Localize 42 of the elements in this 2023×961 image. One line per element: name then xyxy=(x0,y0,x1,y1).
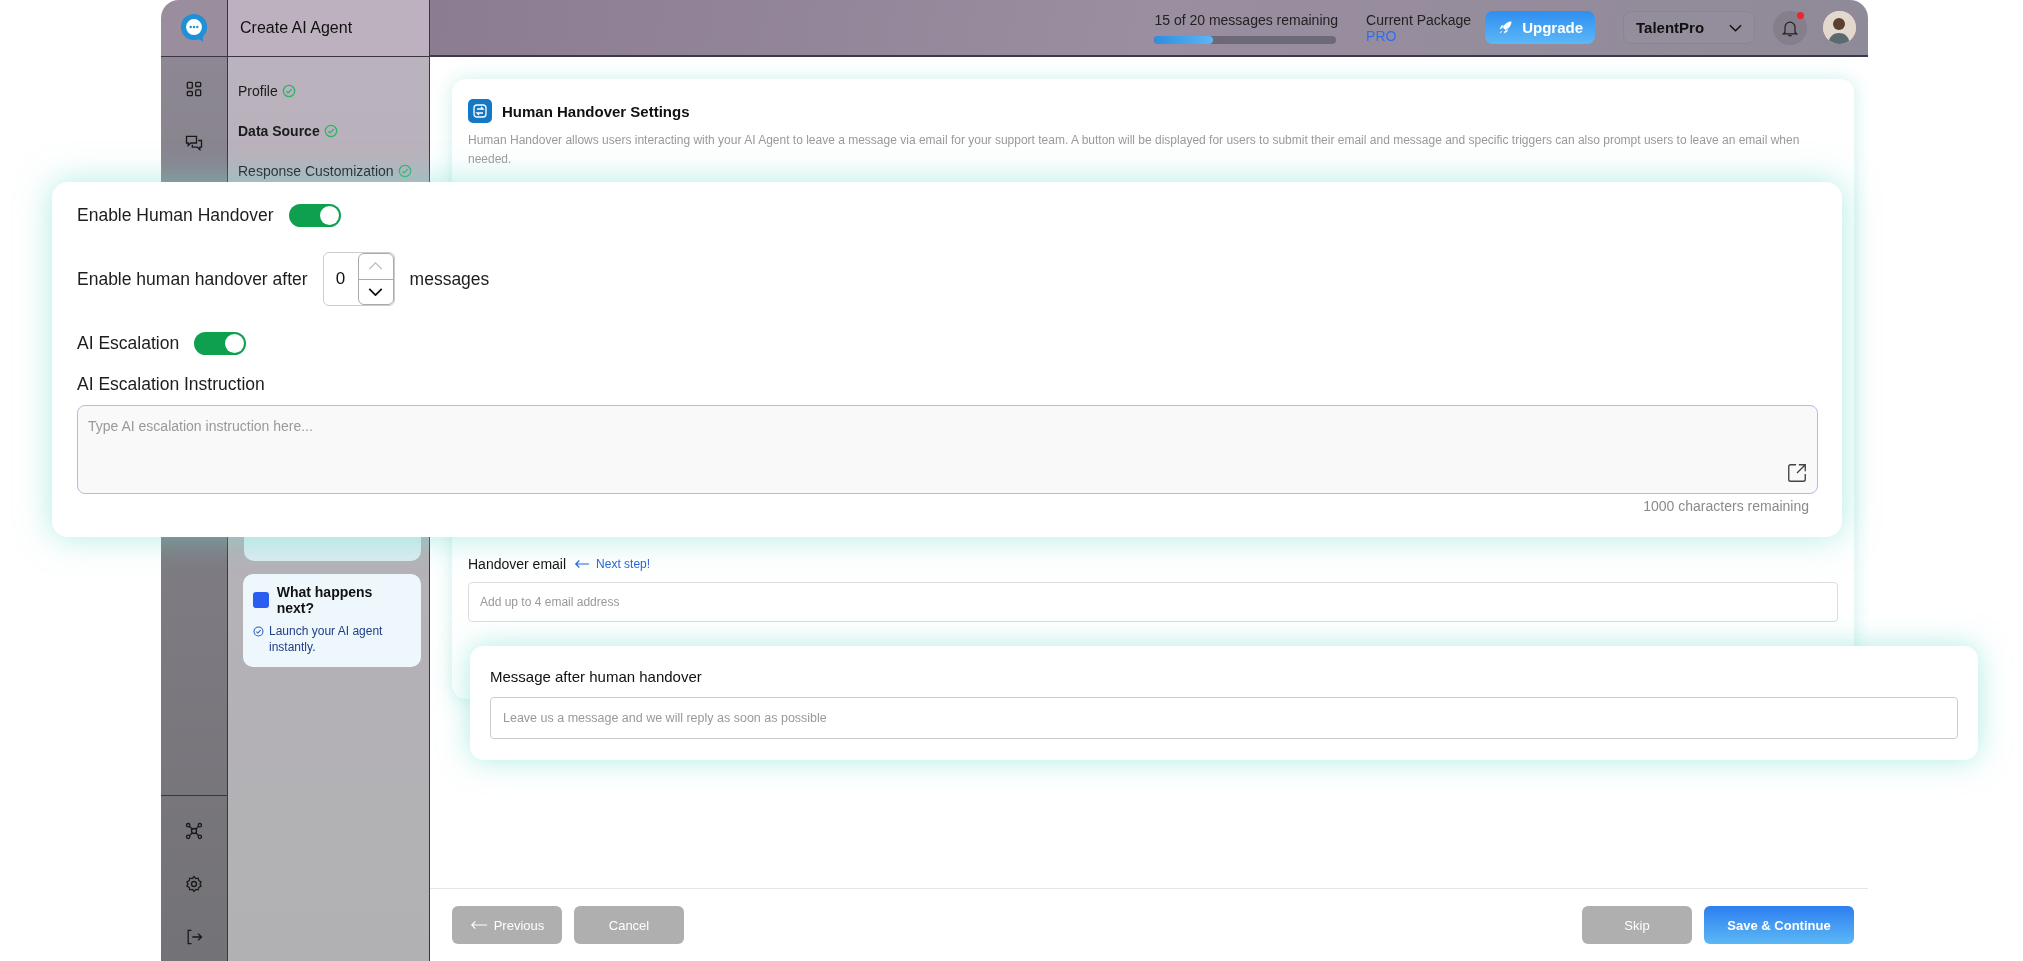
toggle-switch[interactable] xyxy=(194,332,247,355)
step-item[interactable]: Response Customization xyxy=(238,161,427,181)
setting-label: AI Escalation xyxy=(77,333,180,354)
avatar[interactable] xyxy=(1823,11,1856,44)
expand-icon[interactable] xyxy=(1786,462,1808,484)
usage-text: 15 of 20 messages remaining xyxy=(1154,11,1339,28)
package-label: Current Package xyxy=(1366,11,1472,28)
step-item[interactable]: Data Source xyxy=(238,121,427,141)
character-counter: 1000 characters remaining xyxy=(1643,498,1809,514)
setting-label: messages xyxy=(409,268,490,290)
square-icon xyxy=(253,592,269,608)
number-stepper[interactable]: 0 xyxy=(322,252,395,306)
next-step-text: Launch your AI agent instantly. xyxy=(269,624,384,656)
arrow-left-icon xyxy=(574,559,591,570)
chat-logo-icon xyxy=(179,13,209,43)
toggle-switch[interactable] xyxy=(288,204,341,227)
field-label: Message after human handover xyxy=(490,668,703,685)
setting-label: Enable Human Handover xyxy=(77,205,274,226)
save-button[interactable]: Save & Continue xyxy=(1704,906,1854,944)
handover-icon xyxy=(468,99,492,123)
notification-button[interactable] xyxy=(1773,10,1807,45)
setting-label: Enable human handover after xyxy=(77,268,308,290)
network-icon[interactable] xyxy=(184,821,204,841)
step-item[interactable]: Profile xyxy=(238,81,427,101)
chat-icon[interactable] xyxy=(184,133,204,153)
check-icon xyxy=(253,626,264,637)
package-value: PRO xyxy=(1366,27,1398,44)
dashboard-icon[interactable] xyxy=(184,79,204,99)
next-steps-title: What happens next? xyxy=(276,584,374,616)
page-title: Create AI Agent xyxy=(240,19,353,37)
chevron-down-icon xyxy=(1729,23,1742,32)
message-field[interactable]: Leave us a message and we will reply as soon as possible xyxy=(490,697,1958,739)
setting-label: AI Escalation Instruction xyxy=(77,374,266,395)
instruction-field[interactable]: Type AI escalation instruction here... xyxy=(77,405,1818,494)
arrow-left-icon xyxy=(469,920,488,930)
field-label: Handover email xyxy=(468,556,567,573)
email-field[interactable]: Add up to 4 email address xyxy=(468,582,1838,623)
card-title: Human Handover Settings xyxy=(502,102,690,120)
workspace-dropdown[interactable]: TalentPro xyxy=(1623,11,1755,44)
settings-icon[interactable] xyxy=(184,874,204,894)
card-description: Human Handover allows users interacting with your AI Agent to leave a message via email for your support team. A button will be displayed for users to submit their email and message and specific triggers can also prompt users to leave an email when needed. xyxy=(468,132,1801,168)
next-step-link[interactable]: Next step! xyxy=(574,557,651,572)
